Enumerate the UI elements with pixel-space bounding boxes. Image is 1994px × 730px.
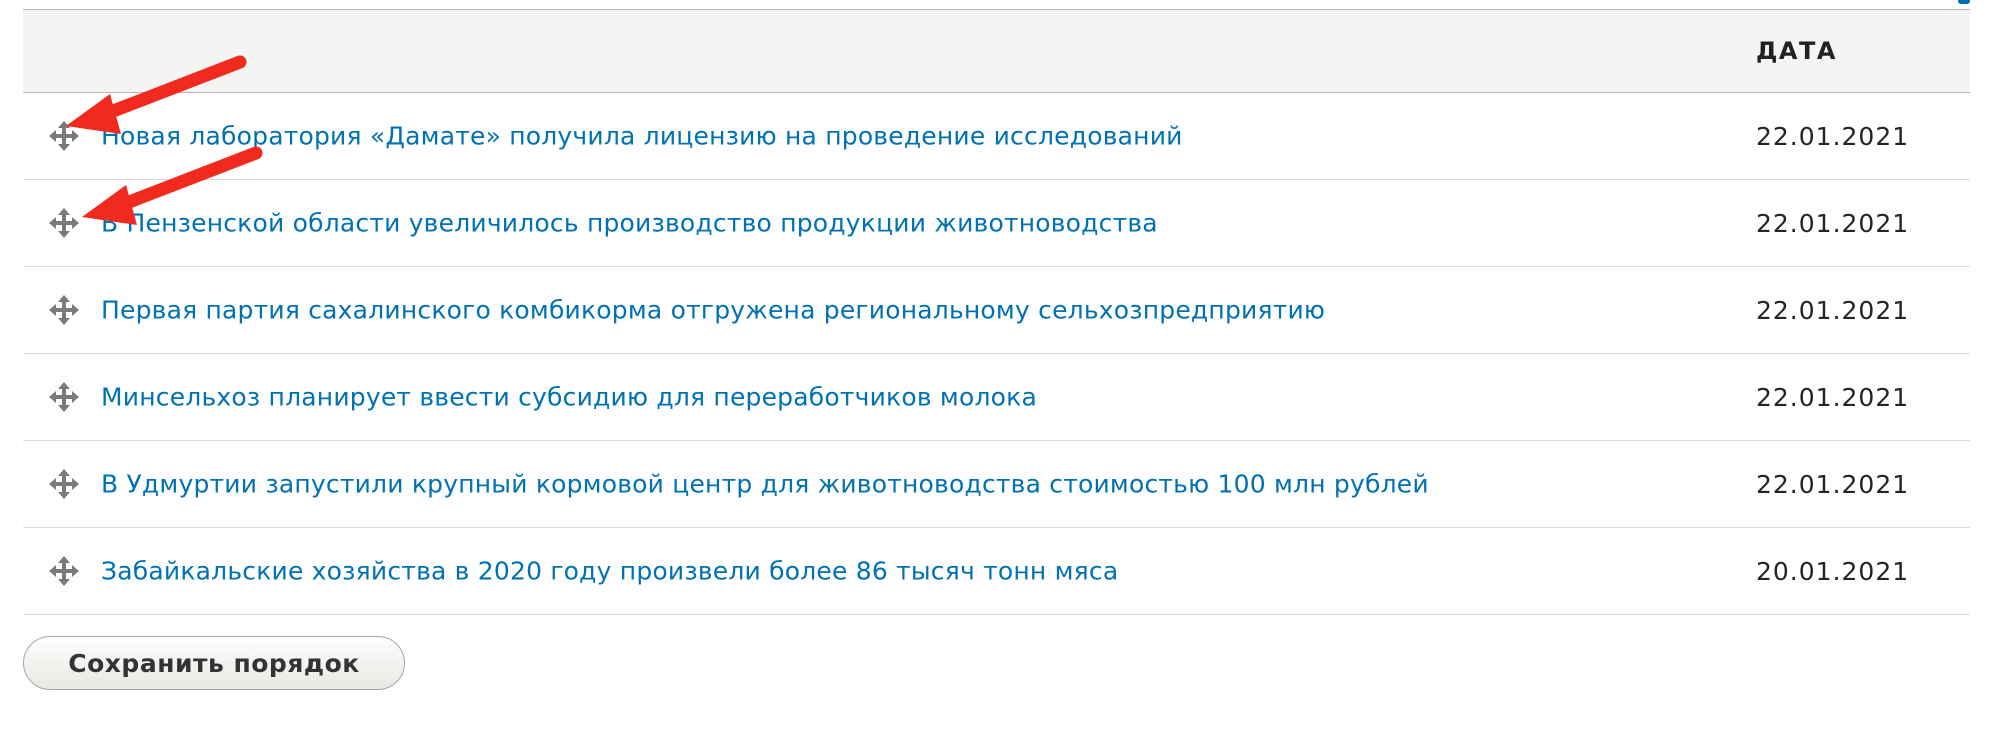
news-title-link[interactable]: Минсельхоз планирует ввести субсидию для… xyxy=(101,383,1037,412)
date-cell: 20.01.2021 xyxy=(1756,556,1910,586)
table-row: Минсельхоз планирует ввести субсидию для… xyxy=(23,354,1970,441)
news-order-table-container: ДАТА Новая лаборатория «Дамате» получила… xyxy=(23,9,1970,615)
table-row: Забайкальские хозяйства в 2020 году прои… xyxy=(23,528,1970,615)
table-header-row: ДАТА xyxy=(23,9,1970,93)
table-body: Новая лаборатория «Дамате» получила лице… xyxy=(23,93,1970,615)
date-cell: 22.01.2021 xyxy=(1756,295,1910,325)
date-cell: 22.01.2021 xyxy=(1756,382,1910,412)
date-column-header: ДАТА xyxy=(1756,37,1837,65)
table-row: Новая лаборатория «Дамате» получила лице… xyxy=(23,93,1970,180)
date-cell: 22.01.2021 xyxy=(1756,121,1910,151)
title-cell: Первая партия сахалинского комбикорма от… xyxy=(23,267,1756,354)
top-edge-accent xyxy=(1958,0,1970,4)
table-row: В Пензенской области увеличилось произво… xyxy=(23,180,1970,267)
title-cell: Минсельхоз планирует ввести субсидию для… xyxy=(23,354,1756,441)
drag-handle-icon[interactable] xyxy=(46,379,82,415)
save-order-button[interactable]: Сохранить порядок xyxy=(23,636,405,690)
drag-handle-icon[interactable] xyxy=(46,118,82,154)
news-title-link[interactable]: Новая лаборатория «Дамате» получила лице… xyxy=(101,122,1183,151)
title-column-header xyxy=(23,10,1756,93)
table-row: Первая партия сахалинского комбикорма от… xyxy=(23,267,1970,354)
title-cell: Новая лаборатория «Дамате» получила лице… xyxy=(23,93,1756,180)
date-cell: 22.01.2021 xyxy=(1756,469,1910,499)
news-title-link[interactable]: В Удмуртии запустили крупный кормовой це… xyxy=(101,470,1429,499)
news-title-link[interactable]: В Пензенской области увеличилось произво… xyxy=(101,209,1158,238)
title-cell: В Удмуртии запустили крупный кормовой це… xyxy=(23,441,1756,528)
title-cell: Забайкальские хозяйства в 2020 году прои… xyxy=(23,528,1756,615)
drag-handle-icon[interactable] xyxy=(46,553,82,589)
table-header: ДАТА xyxy=(23,9,1970,93)
news-title-link[interactable]: Забайкальские хозяйства в 2020 году прои… xyxy=(101,557,1118,586)
drag-handle-icon[interactable] xyxy=(46,205,82,241)
date-cell: 22.01.2021 xyxy=(1756,208,1910,238)
drag-handle-icon[interactable] xyxy=(46,292,82,328)
news-order-table: ДАТА Новая лаборатория «Дамате» получила… xyxy=(23,9,1970,615)
title-cell: В Пензенской области увеличилось произво… xyxy=(23,180,1756,267)
table-row: В Удмуртии запустили крупный кормовой це… xyxy=(23,441,1970,528)
drag-handle-icon[interactable] xyxy=(46,466,82,502)
news-title-link[interactable]: Первая партия сахалинского комбикорма от… xyxy=(101,296,1325,325)
